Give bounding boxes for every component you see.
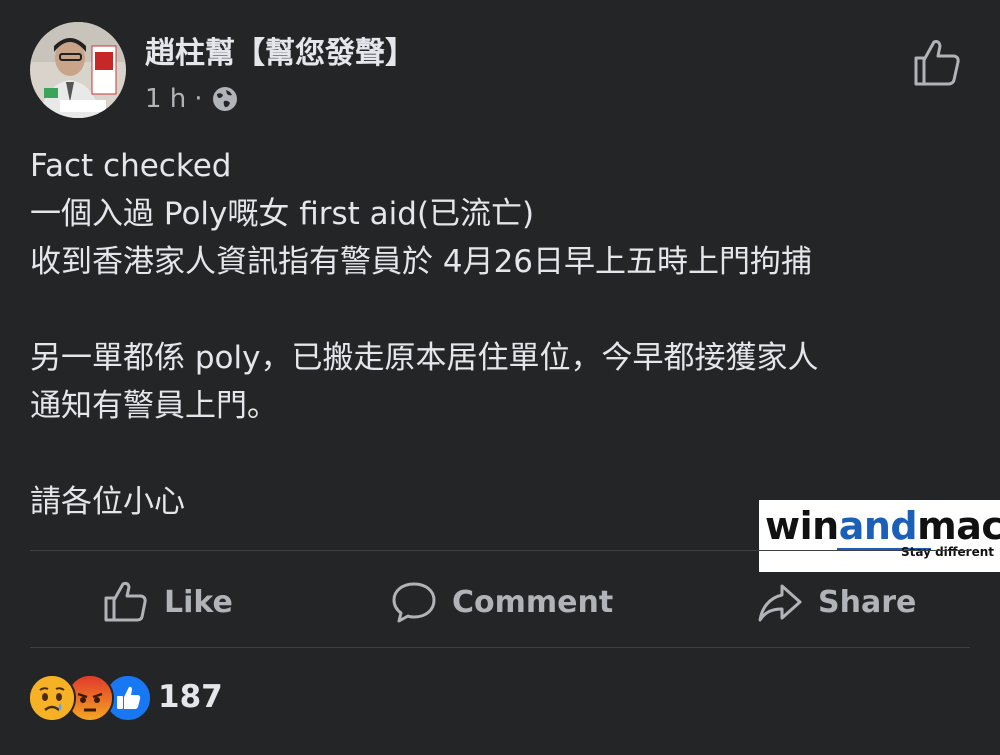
- thumbs-up-icon[interactable]: [908, 34, 964, 90]
- share-button[interactable]: Share: [756, 572, 916, 632]
- share-arrow-icon: [758, 584, 802, 622]
- comment-icon: [392, 582, 436, 623]
- post-meta: 1 h ·: [145, 84, 239, 114]
- like-label: Like: [164, 584, 233, 620]
- watermark-tagline: Stay different: [900, 545, 994, 559]
- post-text-line: Fact checked: [30, 148, 232, 184]
- comment-label: Comment: [452, 584, 614, 620]
- watermark-logo: winandmac Stay different: [759, 500, 1000, 572]
- like-button[interactable]: Like: [102, 572, 233, 632]
- watermark-part: mac: [917, 504, 1000, 548]
- globe-icon: [211, 85, 239, 113]
- reaction-count[interactable]: 187: [158, 674, 223, 720]
- watermark-part: win: [765, 504, 839, 548]
- sad-reaction-icon: [28, 674, 76, 722]
- facebook-post: 趙柱幫【幫您發聲】 1 h · Fact checked 一個入過 Poly嘅女…: [0, 0, 1000, 755]
- post-text-line: 一個入過 Poly嘅女 first aid(已流亡): [30, 196, 535, 232]
- avatar[interactable]: [30, 22, 126, 118]
- post-timestamp[interactable]: 1 h: [145, 84, 186, 114]
- author-name[interactable]: 趙柱幫【幫您發聲】: [145, 28, 415, 72]
- divider: [30, 647, 970, 648]
- post-text-line: 通知有警員上門。: [30, 388, 278, 424]
- comment-button[interactable]: Comment: [390, 572, 613, 632]
- meta-separator: ·: [194, 84, 203, 114]
- thumbs-up-icon: [104, 581, 147, 622]
- post-body: Fact checked 一個入過 Poly嘅女 first aid(已流亡) …: [30, 142, 970, 526]
- divider: [30, 550, 970, 551]
- post-text-line: 另一單都係 poly，已搬走原本居住單位，今早都接獲家人: [30, 340, 819, 376]
- watermark-part: and: [838, 504, 918, 548]
- watermark-wordmark: winandmac: [765, 504, 1000, 548]
- share-label: Share: [818, 584, 917, 620]
- post-text-line: 收到香港家人資訊指有警員於 4月26日早上五時上門拘捕: [30, 244, 813, 280]
